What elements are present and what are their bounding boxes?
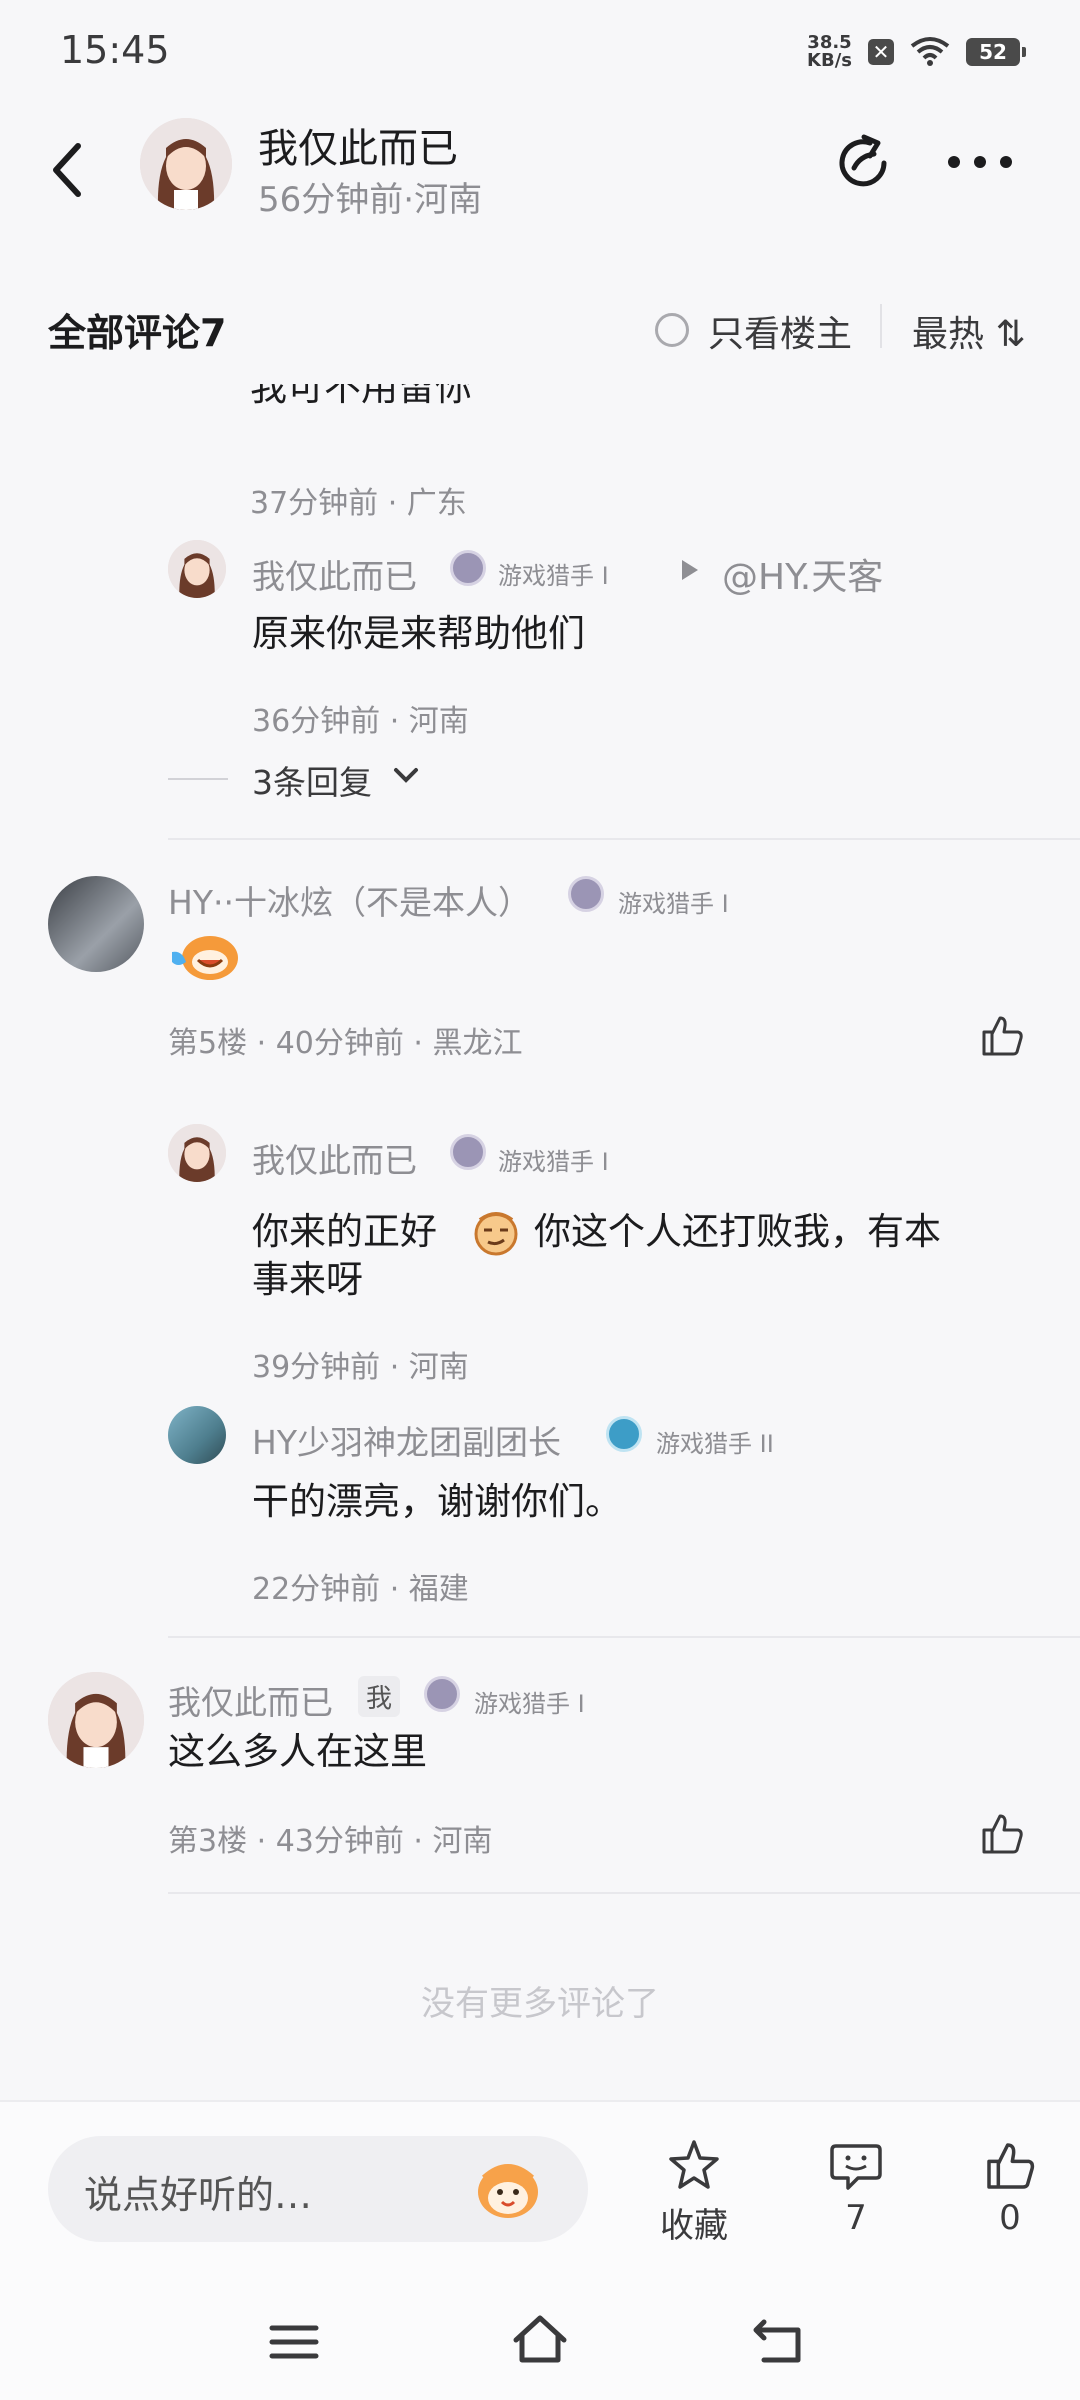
partial-reply-meta: 37分钟前 · 广东 <box>250 486 467 521</box>
level-badge-icon <box>450 550 486 586</box>
level-badge-label: 游戏猎手 I <box>498 1148 609 1176</box>
back-icon[interactable] <box>48 140 88 200</box>
likes-count: 0 <box>999 2198 1021 2238</box>
chevron-down-icon[interactable] <box>392 766 420 786</box>
no-more-comments: 没有更多评论了 <box>421 1984 659 2024</box>
only-op-label[interactable]: 只看楼主 <box>708 305 852 357</box>
avatar-illustration <box>48 1672 144 1768</box>
comments-count: 7 <box>845 2198 867 2238</box>
like-icon <box>987 2143 1035 2189</box>
all-comments-title: 全部评论7 <box>48 311 227 355</box>
home-nav-icon[interactable] <box>510 2310 570 2370</box>
author-name[interactable]: 我仅此而已 <box>258 116 458 174</box>
author-avatar[interactable] <box>140 118 232 210</box>
comment-divider <box>168 1892 1080 1894</box>
reply-text-part3: 事来呀 <box>252 1258 363 1301</box>
reply-meta: 39分钟前 · 河南 <box>252 1350 469 1385</box>
comment-bubble-icon <box>830 2144 882 2190</box>
reply-meta: 22分钟前 · 福建 <box>252 1572 469 1607</box>
avatar-illustration <box>140 118 232 210</box>
reply-avatar[interactable] <box>168 1406 226 1464</box>
reply-avatar[interactable] <box>168 540 226 598</box>
post-time-location: 56分钟前·河南 <box>258 180 483 220</box>
back-nav-icon[interactable] <box>750 2310 810 2370</box>
reply-text-part1: 你来的正好 <box>252 1210 437 1253</box>
level-badge-icon <box>424 1676 460 1712</box>
comment-input-placeholder[interactable]: 说点好听的… <box>84 2164 312 2219</box>
avatar-illustration <box>168 540 226 598</box>
header-separator <box>880 304 882 348</box>
reply-to-user[interactable]: @HY.天客 <box>722 548 883 600</box>
commenter-avatar[interactable] <box>48 876 144 972</box>
reply-username[interactable]: HY少羽神龙团副团长 <box>252 1416 561 1464</box>
reply-text-part2: 你这个人还打败我，有本 <box>534 1210 941 1253</box>
smirk-emoji-icon <box>474 1212 518 1256</box>
collect-label: 收藏 <box>660 2206 728 2246</box>
comment-divider <box>168 838 1080 840</box>
comment-meta: 第5楼 · 40分钟前 · 黑龙江 <box>168 1026 523 1061</box>
comment-text: 这么多人在这里 <box>168 1730 427 1773</box>
emoji-picker-icon[interactable] <box>470 2152 546 2224</box>
reply-text: 原来你是来帮助他们 <box>252 612 585 655</box>
star-icon <box>669 2140 719 2189</box>
reply-arrow-icon <box>682 560 698 580</box>
reply-meta: 36分钟前 · 河南 <box>252 704 469 739</box>
battery-icon: 52 <box>966 38 1026 66</box>
speed-unit: KB/s <box>807 50 852 71</box>
level-badge-label: 游戏猎手 I <box>498 562 609 590</box>
reply-username[interactable]: 我仅此而已 <box>252 550 417 598</box>
status-icons: 38.5 KB/s ✕ 52 <box>807 28 1026 76</box>
like-icon[interactable] <box>978 1810 1026 1858</box>
replies-line <box>168 778 228 780</box>
only-op-radio[interactable] <box>655 313 689 347</box>
laughing-emoji-icon <box>172 936 238 980</box>
commenter-avatar[interactable] <box>48 1672 144 1768</box>
reply-text: 干的漂亮，谢谢你们。 <box>252 1480 622 1523</box>
comment-meta: 第3楼 · 43分钟前 · 河南 <box>168 1824 493 1859</box>
like-post-button[interactable]: 0 <box>950 2138 1070 2238</box>
sim-off-icon: ✕ <box>868 39 894 65</box>
level-badge-label: 游戏猎手 II <box>656 1430 774 1458</box>
level-badge-icon <box>606 1416 642 1452</box>
share-icon[interactable] <box>830 130 896 196</box>
level-badge-icon <box>450 1134 486 1170</box>
more-icon[interactable] <box>944 150 1016 174</box>
collect-button[interactable]: 收藏 <box>634 2138 754 2247</box>
reply-avatar[interactable] <box>168 1124 226 1182</box>
status-time: 15:45 <box>60 28 170 72</box>
like-icon[interactable] <box>978 1012 1026 1060</box>
partial-reply-clip: 我可不用留你 <box>250 384 550 420</box>
menu-nav-icon[interactable] <box>264 2312 324 2372</box>
me-tag: 我 <box>358 1676 401 1717</box>
reply-username[interactable]: 我仅此而已 <box>252 1134 417 1182</box>
sort-toggle[interactable]: 最热 ⇅ <box>912 305 1032 357</box>
battery-level: 52 <box>979 40 1007 64</box>
wifi-icon <box>910 37 950 66</box>
level-badge-label: 游戏猎手 I <box>474 1690 585 1718</box>
commenter-name[interactable]: HY··十冰炫（不是本人） <box>168 876 531 924</box>
level-badge-icon <box>568 876 604 912</box>
avatar-illustration <box>168 1124 226 1182</box>
commenter-name[interactable]: 我仅此而已 <box>168 1676 333 1724</box>
partial-reply-text: 我可不用留你 <box>250 384 472 409</box>
comments-button[interactable]: 7 <box>796 2138 916 2238</box>
network-speed: 38.5 KB/s <box>807 34 852 70</box>
level-badge-label: 游戏猎手 I <box>618 890 729 918</box>
comment-divider <box>168 1636 1080 1638</box>
expand-replies[interactable]: 3条回复 <box>252 756 372 804</box>
